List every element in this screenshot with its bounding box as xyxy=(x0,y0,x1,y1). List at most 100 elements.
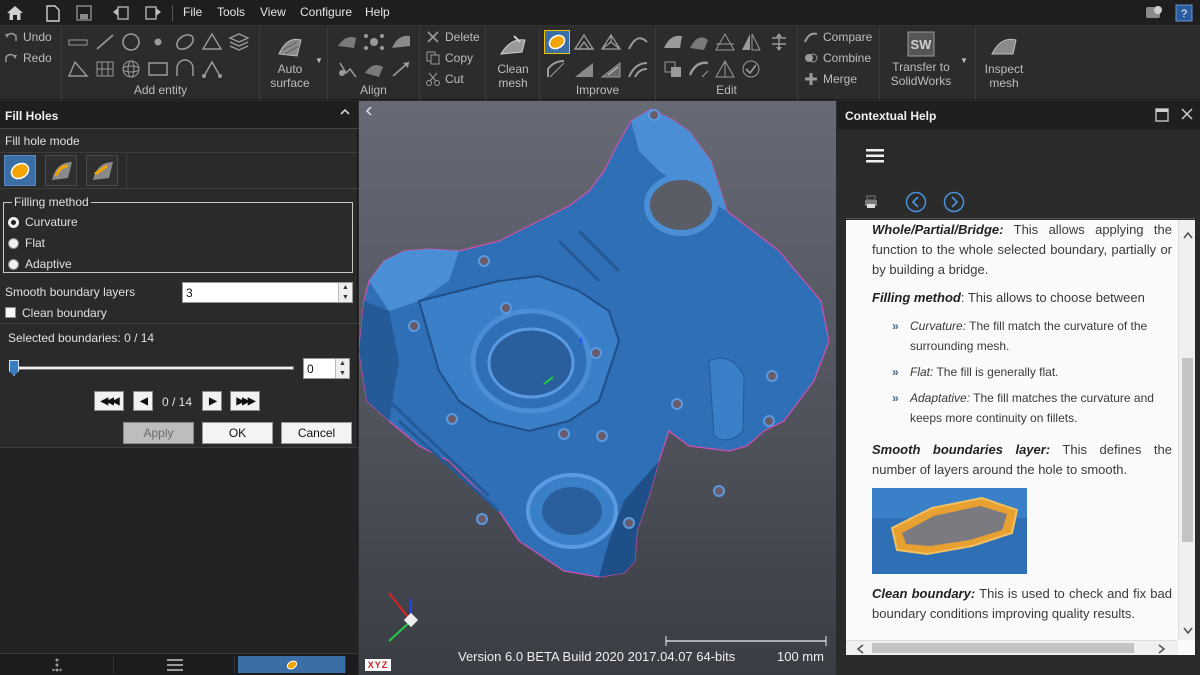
apply-button[interactable]: Apply xyxy=(123,422,194,444)
help-content[interactable]: Whole/Partial/Bridge: This allows applyi… xyxy=(846,220,1195,655)
slot-tool-icon[interactable] xyxy=(174,59,196,79)
edge-fix-icon[interactable] xyxy=(627,59,649,79)
edit-cut-icon[interactable] xyxy=(714,32,736,52)
optimize-icon[interactable] xyxy=(600,59,622,79)
clean-boundary-checkbox[interactable] xyxy=(5,307,16,318)
transfer-dropdown-icon[interactable]: ▼ xyxy=(960,56,968,65)
refine-icon[interactable] xyxy=(600,32,622,52)
edit-thicken-icon[interactable] xyxy=(688,59,710,79)
radio-adaptive[interactable]: Adaptive xyxy=(8,257,72,271)
scroll-down-icon[interactable] xyxy=(1183,624,1193,638)
cone-tool-icon[interactable] xyxy=(201,32,223,52)
tab-tree[interactable] xyxy=(0,656,114,673)
cut-button[interactable]: Cut xyxy=(426,72,464,86)
transfer-solidworks-button[interactable]: SW Transfer to SolidWorks xyxy=(886,30,956,88)
mesh-model[interactable] xyxy=(359,101,836,675)
line-tool-icon[interactable] xyxy=(67,32,89,52)
edit-split-icon[interactable] xyxy=(714,59,736,79)
undo-quick-icon[interactable] xyxy=(110,3,132,23)
prev-boundary-button[interactable]: ◀ xyxy=(133,391,153,411)
radio-curvature[interactable]: Curvature xyxy=(8,215,78,229)
compare-button[interactable]: Compare xyxy=(804,30,872,44)
tab-list[interactable] xyxy=(115,656,235,673)
edit-mirror-icon[interactable] xyxy=(740,32,762,52)
grid-tool-icon[interactable] xyxy=(94,59,116,79)
ok-button[interactable]: OK xyxy=(202,422,273,444)
hscroll-thumb[interactable] xyxy=(872,643,1134,653)
help-vertical-scrollbar[interactable] xyxy=(1178,220,1195,640)
edit-warp-icon[interactable] xyxy=(688,32,710,52)
home-icon[interactable] xyxy=(4,3,26,23)
cancel-button[interactable]: Cancel xyxy=(281,422,352,444)
redo-button[interactable]: Redo xyxy=(4,51,52,65)
merge-button[interactable]: Merge xyxy=(804,72,857,86)
circle-tool-icon[interactable] xyxy=(120,32,142,52)
print-icon[interactable] xyxy=(864,195,878,212)
sphere-tool-icon[interactable] xyxy=(120,59,142,79)
tab-fill-holes[interactable] xyxy=(238,656,346,673)
smooth-boundary-input[interactable]: 3 ▲ ▼ xyxy=(182,282,353,303)
bridge-mode-button[interactable] xyxy=(86,155,118,186)
menu-view[interactable]: View xyxy=(260,5,286,19)
last-boundary-button[interactable]: ▶▶▶ xyxy=(230,391,260,411)
edit-move-icon[interactable] xyxy=(768,32,790,52)
rectangle-tool-icon[interactable] xyxy=(147,59,169,79)
hamburger-menu-icon[interactable] xyxy=(866,148,884,167)
layers-tool-icon[interactable] xyxy=(228,32,250,52)
edit-check-icon[interactable] xyxy=(740,59,762,79)
ellipse-tool-icon[interactable] xyxy=(174,32,196,52)
undo-button[interactable]: Undo xyxy=(4,30,52,44)
edit-extrude-icon[interactable] xyxy=(662,59,684,79)
smooth-icon[interactable] xyxy=(627,32,649,52)
clean-mesh-button[interactable]: Clean mesh xyxy=(488,32,538,90)
edit-surface-icon[interactable] xyxy=(662,32,684,52)
align-mesh-icon[interactable] xyxy=(336,32,358,52)
menu-help[interactable]: Help xyxy=(365,5,390,19)
scroll-thumb[interactable] xyxy=(1182,358,1193,542)
boundary-slider-track[interactable] xyxy=(10,366,294,370)
remesh-icon[interactable] xyxy=(573,59,595,79)
next-boundary-button[interactable]: ▶ xyxy=(202,391,222,411)
sharpen-icon[interactable] xyxy=(546,59,568,79)
align-points-icon[interactable] xyxy=(363,32,385,52)
scroll-up-icon[interactable] xyxy=(1183,228,1193,242)
align-interactive-icon[interactable] xyxy=(336,59,358,79)
decimate-icon[interactable] xyxy=(573,32,595,52)
align-best-fit-icon[interactable] xyxy=(363,59,385,79)
menu-file[interactable]: File xyxy=(183,5,202,19)
redo-quick-icon[interactable] xyxy=(142,3,164,23)
close-icon[interactable] xyxy=(1181,108,1193,123)
scroll-right-icon[interactable] xyxy=(1158,643,1166,655)
align-vector-icon[interactable] xyxy=(390,59,412,79)
back-icon[interactable] xyxy=(905,191,927,216)
menu-tools[interactable]: Tools xyxy=(217,5,245,19)
smooth-boundary-stepper[interactable]: ▲ ▼ xyxy=(338,283,352,302)
menu-configure[interactable]: Configure xyxy=(300,5,352,19)
help-horizontal-scrollbar[interactable] xyxy=(846,640,1178,655)
new-file-icon[interactable] xyxy=(42,3,64,23)
auto-surface-button[interactable]: Auto surface xyxy=(264,32,316,90)
copy-button[interactable]: Copy xyxy=(426,51,473,65)
help-toggle-icon[interactable]: ? xyxy=(1174,4,1194,22)
delete-button[interactable]: Delete xyxy=(426,30,480,44)
align-surface-icon[interactable] xyxy=(390,32,412,52)
point-tool-icon[interactable] xyxy=(147,32,169,52)
forward-icon[interactable] xyxy=(943,191,965,216)
collapse-chevron-icon[interactable] xyxy=(340,107,350,120)
segment-tool-icon[interactable] xyxy=(94,32,116,52)
screen-mode-icon[interactable] xyxy=(1144,4,1164,22)
inspect-mesh-button[interactable]: Inspect mesh xyxy=(980,32,1028,90)
polyline-tool-icon[interactable] xyxy=(201,59,223,79)
combine-button[interactable]: Combine xyxy=(804,51,871,65)
first-boundary-button[interactable]: ◀◀◀ xyxy=(94,391,124,411)
scroll-left-icon[interactable] xyxy=(856,643,864,655)
dock-icon[interactable] xyxy=(1155,108,1169,125)
whole-mode-button[interactable] xyxy=(4,155,36,186)
slider-value-input[interactable]: 0 ▲ ▼ xyxy=(303,358,350,379)
fill-holes-icon[interactable] xyxy=(544,30,570,54)
slider-value-stepper[interactable]: ▲ ▼ xyxy=(335,359,349,378)
plane-tool-icon[interactable] xyxy=(67,59,89,79)
boundary-slider-thumb[interactable] xyxy=(9,360,19,376)
3d-viewport[interactable]: XYZ Version 6.0 BETA Build 2020 2017.04.… xyxy=(359,101,836,675)
partial-mode-button[interactable] xyxy=(45,155,77,186)
